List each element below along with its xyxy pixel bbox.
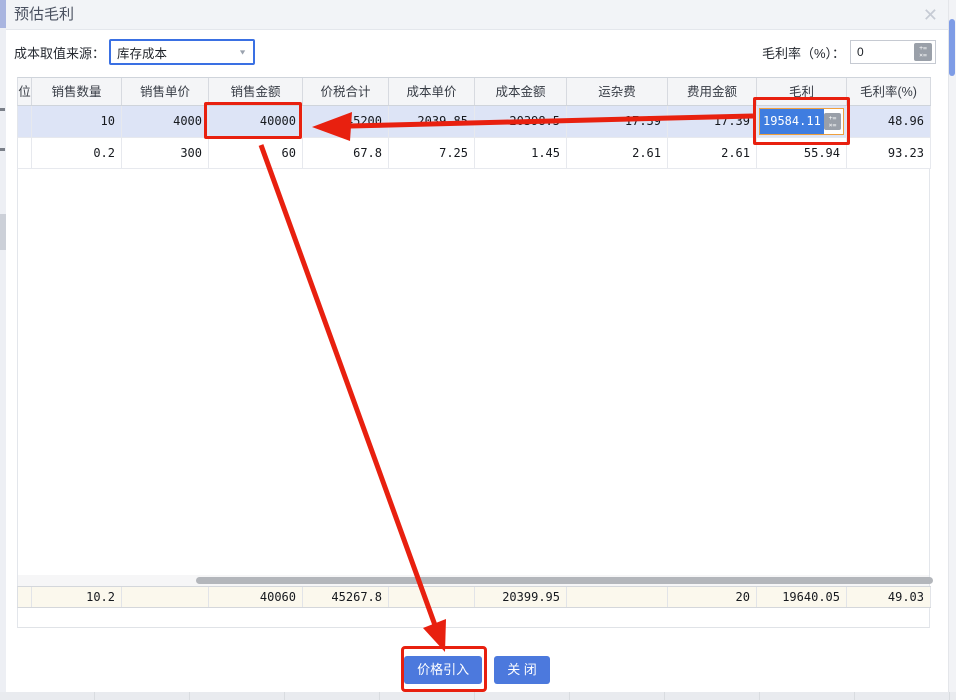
dialog-title: 预估毛利: [14, 0, 74, 30]
dialog-titlebar: 预估毛利 ✕: [6, 0, 948, 30]
table-cell: 17.39: [567, 106, 668, 137]
estimated-gross-profit-dialog: 预估毛利 ✕ 成本取值来源： 库存成本 ▼ 毛利率（%）： 0 += ×=: [6, 0, 948, 692]
chevron-down-icon: ▼: [238, 48, 247, 56]
table-row[interactable]: 10 4000 40000 45200 2039.85 20398.5 17.3…: [17, 106, 931, 138]
background-page-right-edge: [948, 0, 956, 692]
table-cell: 300: [122, 138, 209, 168]
totals-cell: 10.2: [32, 587, 122, 607]
cost-source-value: 库存成本: [117, 43, 167, 62]
column-header-gross-profit-rate: 毛利率(%): [847, 78, 931, 105]
column-header-freight: 运杂费: [567, 78, 668, 105]
table-cell: 2.61: [567, 138, 668, 168]
table-row[interactable]: 0.2 300 60 67.8 7.25 1.45 2.61 2.61 55.9…: [17, 138, 931, 169]
profit-rate-value: 0: [857, 45, 864, 59]
totals-cell: 40060: [209, 587, 303, 607]
table-cell: 45200: [303, 106, 389, 137]
table-cell: 60: [209, 138, 303, 168]
totals-cell: 20399.95: [475, 587, 567, 607]
table-cell: 48.96: [847, 106, 931, 137]
table-cell: [18, 106, 32, 137]
selected-text: 19584.11: [760, 109, 824, 134]
column-header-sales-amount: 销售金额: [209, 78, 303, 105]
table-cell: 1.45: [475, 138, 567, 168]
calculator-icon[interactable]: += ×=: [824, 113, 841, 130]
table-cell: 93.23: [847, 138, 931, 168]
table-cell: 0.2: [32, 138, 122, 168]
table-cell: 20398.5: [475, 106, 567, 137]
table-header-row: 位 销售数量 销售单价 销售金额 价税合计 成本单价 成本金额 运杂费 费用金额…: [17, 77, 931, 106]
dialog-footer: 价格引入 关 闭: [6, 656, 948, 684]
column-header-gross-profit: 毛利: [757, 78, 847, 105]
table-empty-area: [17, 169, 930, 575]
totals-cell: 49.03: [847, 587, 931, 607]
totals-cell: [389, 587, 475, 607]
background-page-bottom-edge: [0, 692, 956, 700]
table-cell: 10: [32, 106, 122, 137]
background-fragment: [0, 108, 5, 111]
close-button[interactable]: 关 闭: [494, 656, 550, 684]
horizontal-scrollbar-thumb[interactable]: [196, 577, 933, 584]
totals-cell: 20: [668, 587, 757, 607]
table-footer-empty-row: [17, 608, 930, 628]
column-header-cost-price: 成本单价: [389, 78, 475, 105]
totals-cell: [567, 587, 668, 607]
table-cell: [18, 138, 32, 168]
table-cell: 67.8: [303, 138, 389, 168]
column-header-price-tax-total: 价税合计: [303, 78, 389, 105]
column-header-unit: 位: [18, 78, 32, 105]
profit-rate-label: 毛利率（%）：: [762, 43, 845, 62]
totals-cell: 19640.05: [757, 587, 847, 607]
background-fragment: [0, 148, 5, 151]
cell-edit-input[interactable]: 19584.11 += ×=: [759, 108, 844, 135]
table-cell-sales-amount: 40000: [209, 106, 303, 137]
gross-profit-cell-editor[interactable]: 19584.11 += ×=: [757, 106, 847, 137]
column-header-fee-amount: 费用金额: [668, 78, 757, 105]
totals-cell: [18, 587, 32, 607]
table-cell: 17.39: [668, 106, 757, 137]
gross-profit-table: 位 销售数量 销售单价 销售金额 价税合计 成本单价 成本金额 运杂费 费用金额…: [17, 77, 931, 628]
totals-cell: [122, 587, 209, 607]
profit-rate-input[interactable]: 0 += ×=: [850, 40, 936, 64]
table-cell: 2039.85: [389, 106, 475, 137]
vertical-scrollbar-thumb[interactable]: [949, 19, 955, 76]
table-cell: 2.61: [668, 138, 757, 168]
calculator-icon[interactable]: += ×=: [914, 43, 932, 61]
profit-rate-group: 毛利率（%）： 0 += ×=: [762, 40, 936, 64]
table-cell: 55.94: [757, 138, 847, 168]
column-header-sales-price: 销售单价: [122, 78, 209, 105]
table-cell: 7.25: [389, 138, 475, 168]
column-header-cost-amount: 成本金额: [475, 78, 567, 105]
table-totals-row: 10.2 40060 45267.8 20399.95 20 19640.05 …: [17, 586, 931, 608]
close-icon[interactable]: ✕: [923, 2, 938, 28]
column-header-sales-qty: 销售数量: [32, 78, 122, 105]
dialog-toolbar: 成本取值来源： 库存成本 ▼ 毛利率（%）： 0 += ×=: [6, 30, 944, 74]
cost-source-select[interactable]: 库存成本 ▼: [109, 39, 255, 65]
totals-cell: 45267.8: [303, 587, 389, 607]
page: 预估毛利 ✕ 成本取值来源： 库存成本 ▼ 毛利率（%）： 0 += ×=: [0, 0, 956, 700]
table-cell: 4000: [122, 106, 209, 137]
cost-source-label: 成本取值来源：: [14, 43, 105, 62]
price-import-button[interactable]: 价格引入: [404, 656, 482, 684]
horizontal-scrollbar[interactable]: [17, 575, 930, 586]
